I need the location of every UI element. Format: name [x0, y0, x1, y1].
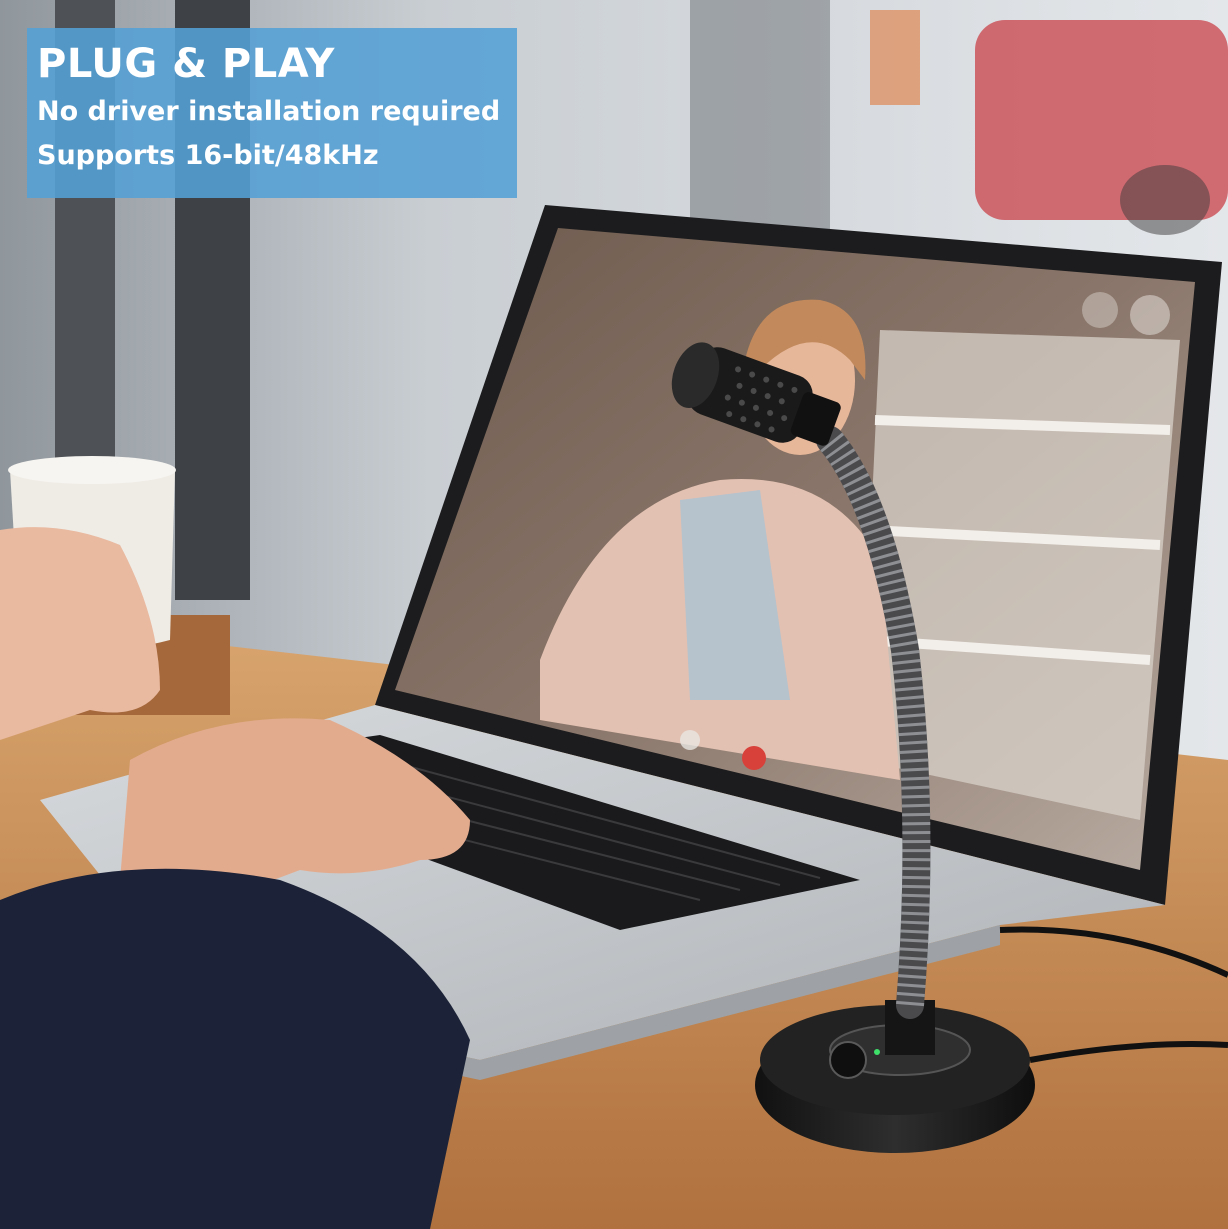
red-car-wheel	[1120, 165, 1210, 235]
traffic-cone	[870, 10, 920, 105]
banner-title: PLUG & PLAY	[37, 41, 335, 87]
street-tree	[690, 0, 830, 250]
coffee-cup-rim	[8, 456, 176, 484]
banner-line-driver: No driver installation required	[37, 96, 501, 127]
status-led	[874, 1049, 880, 1055]
feature-banner: PLUG & PLAY No driver installation requi…	[27, 28, 517, 198]
banner-line-audio-spec: Supports 16-bit/48kHz	[37, 140, 379, 171]
end-call-icon	[742, 746, 766, 770]
power-button-icon	[829, 1041, 867, 1079]
